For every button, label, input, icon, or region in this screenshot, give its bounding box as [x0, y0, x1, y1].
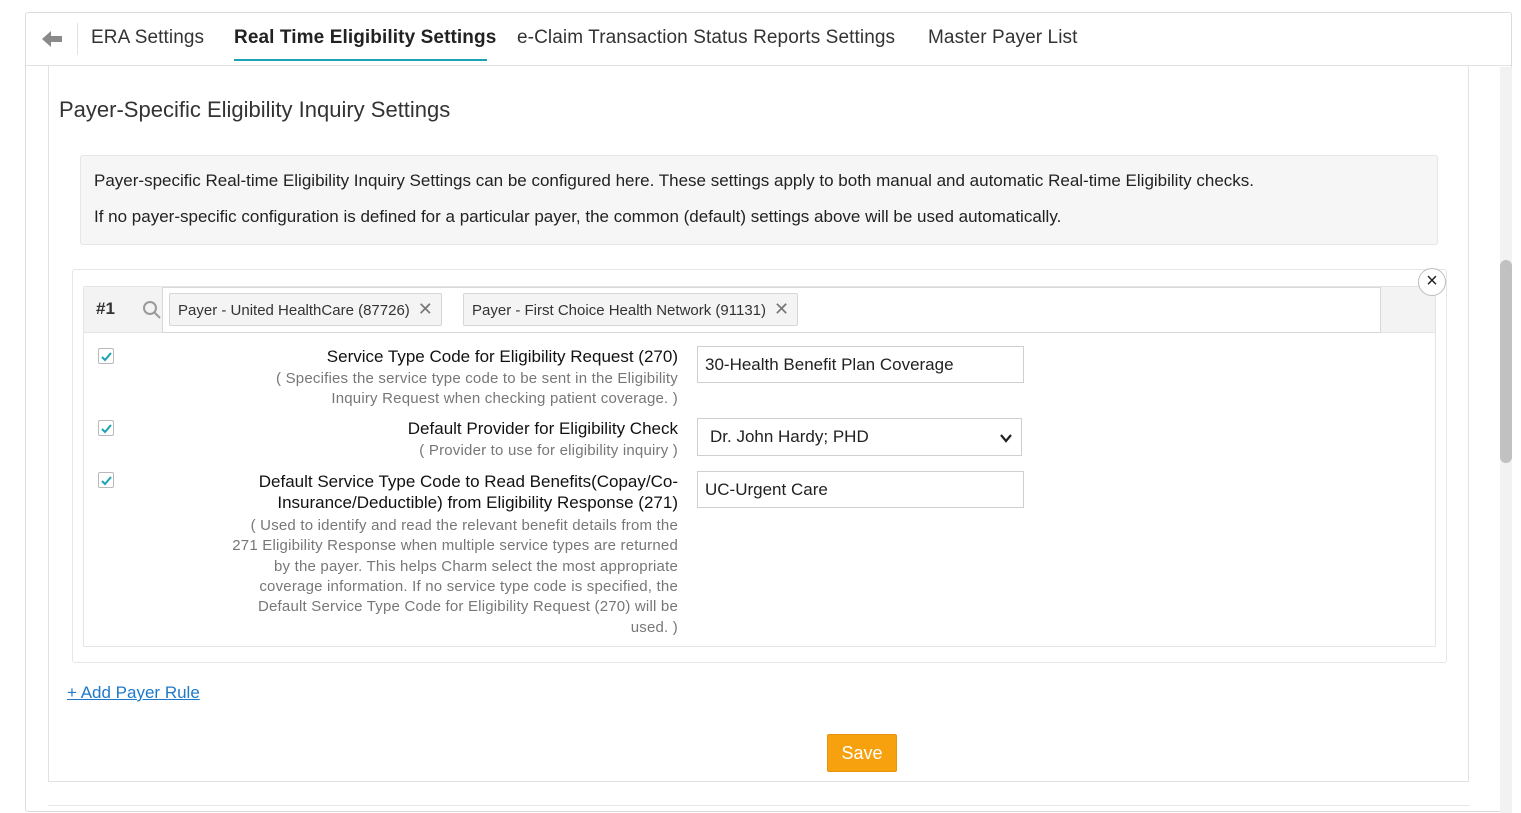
tab-master-payer-list[interactable]: Master Payer List — [928, 27, 1078, 49]
service-type-271-label-2: Insurance/Deductible) from Eligibility R… — [277, 493, 678, 512]
chevron-down-icon — [1000, 434, 1012, 443]
default-provider-checkbox[interactable] — [98, 420, 114, 436]
service-type-270-checkbox[interactable] — [98, 348, 114, 364]
payer-rule-card: #1 Payer - United HealthCare (87726) ✕ Pa… — [72, 268, 1447, 663]
payer-tag-label: Payer - United HealthCare (87726) — [178, 302, 410, 319]
remove-rule-button[interactable]: × — [1418, 268, 1446, 296]
remove-payer-icon[interactable]: ✕ — [418, 294, 433, 325]
arrow-left-icon — [42, 31, 62, 47]
search-icon — [143, 301, 161, 319]
info-line-2: If no payer-specific configuration is de… — [94, 207, 1062, 226]
tab-eclaim-status-reports-settings[interactable]: e-Claim Transaction Status Reports Setti… — [517, 27, 895, 49]
service-type-271-checkbox[interactable] — [98, 472, 114, 488]
service-type-271-help-6: used. ) — [630, 619, 678, 636]
check-icon — [101, 424, 112, 434]
service-type-271-help-5: Default Service Type Code for Eligibilit… — [257, 598, 678, 615]
default-provider-help: ( Provider to use for eligibility inquir… — [419, 442, 678, 459]
default-provider-label: Default Provider for Eligibility Check — [407, 419, 678, 438]
service-type-271-input[interactable]: UC-Urgent Care — [697, 471, 1024, 508]
check-icon — [101, 352, 112, 362]
payer-rule-body: #1 Payer - United HealthCare (87726) ✕ Pa… — [83, 286, 1436, 647]
default-provider-select[interactable]: Dr. John Hardy; PHD — [697, 418, 1022, 456]
service-type-270-input[interactable]: 30-Health Benefit Plan Coverage — [697, 346, 1024, 383]
tab-real-time-eligibility-settings[interactable]: Real Time Eligibility Settings — [234, 27, 496, 49]
tab-bar: ERA Settings Real Time Eligibility Setti… — [26, 13, 1511, 66]
service-type-270-help-2: Inquiry Request when checking patient co… — [331, 390, 678, 407]
payer-tag: Payer - First Choice Health Network (911… — [463, 293, 799, 326]
service-type-270-label: Service Type Code for Eligibility Reques… — [326, 347, 678, 366]
rule-number: #1 — [96, 299, 115, 318]
active-tab-indicator — [234, 59, 487, 61]
close-icon: × — [1426, 270, 1438, 292]
payer-rule-header: #1 Payer - United HealthCare (87726) ✕ Pa… — [84, 287, 1435, 333]
remove-payer-icon[interactable]: ✕ — [774, 294, 789, 325]
settings-panel: ERA Settings Real Time Eligibility Setti… — [25, 12, 1512, 813]
service-type-270-help-1: ( Specifies the service type code to be … — [276, 370, 678, 387]
info-line-1: Payer-specific Real-time Eligibility Inq… — [94, 171, 1255, 190]
service-type-271-label-1: Default Service Type Code to Read Benefi… — [258, 472, 678, 491]
divider — [48, 805, 1469, 806]
service-type-271-help-3: by the payer. This helps Charm select th… — [273, 558, 678, 575]
tab-era-settings[interactable]: ERA Settings — [91, 27, 204, 49]
check-icon — [101, 476, 112, 486]
save-button[interactable]: Save — [827, 734, 897, 772]
default-provider-value: Dr. John Hardy; PHD — [710, 427, 869, 446]
scrollbar-thumb[interactable] — [1500, 260, 1512, 463]
service-type-271-help-4: coverage information. If no service type… — [259, 578, 678, 595]
info-box: Payer-specific Real-time Eligibility Inq… — [80, 155, 1438, 245]
tab-divider — [77, 23, 78, 55]
section-title: Payer-Specific Eligibility Inquiry Setti… — [59, 97, 451, 122]
back-button[interactable] — [40, 27, 64, 51]
payer-search-input[interactable]: Payer - United HealthCare (87726) ✕ Payer… — [162, 287, 1381, 333]
service-type-271-help-1: ( Used to identify and read the relevant… — [250, 517, 678, 534]
service-type-271-help-2: 271 Eligibility Response when multiple s… — [232, 537, 678, 554]
payer-tag-label: Payer - First Choice Health Network (911… — [472, 302, 766, 319]
payer-tag: Payer - United HealthCare (87726) ✕ — [169, 293, 442, 326]
add-payer-rule-link[interactable]: + Add Payer Rule — [67, 683, 200, 703]
